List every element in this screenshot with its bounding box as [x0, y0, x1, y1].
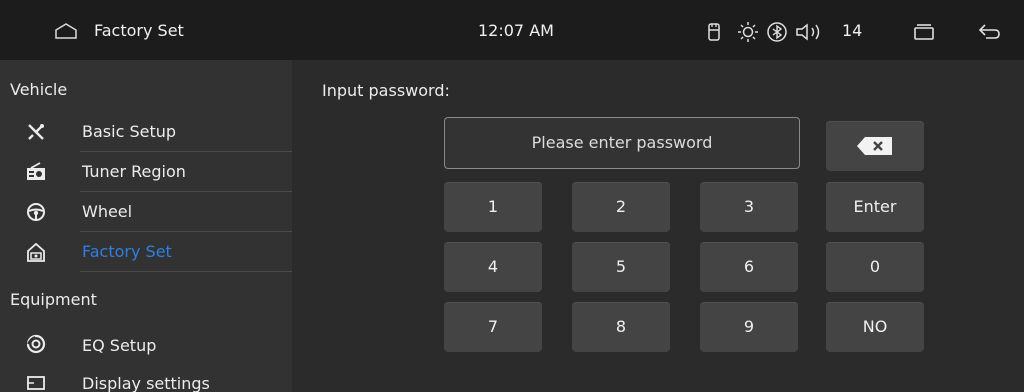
key-4[interactable]: 4: [444, 242, 542, 292]
usb-icon: [704, 21, 726, 43]
backspace-icon: [857, 137, 892, 155]
tools-icon: [26, 122, 46, 142]
status-bar: Factory Set 12:07 AM 14: [0, 0, 1024, 60]
recent-apps-icon[interactable]: [912, 21, 934, 43]
key-9[interactable]: 9: [700, 302, 798, 352]
eq-icon: [26, 334, 46, 354]
backspace-button[interactable]: [826, 121, 924, 171]
no-button[interactable]: NO: [826, 302, 924, 352]
section-heading-vehicle: Vehicle: [10, 80, 68, 99]
sidebar-item-eq-setup[interactable]: EQ Setup: [0, 324, 292, 364]
sidebar-item-tuner-region[interactable]: Tuner Region: [0, 152, 292, 192]
sidebar-item-basic-setup[interactable]: Basic Setup: [0, 112, 292, 152]
section-heading-equipment: Equipment: [10, 290, 97, 309]
sidebar-item-label: Basic Setup: [82, 122, 177, 141]
divider: [80, 271, 292, 272]
app-window: Factory Set 12:07 AM 14 Vehicle Basic Se…: [0, 0, 1024, 392]
key-2[interactable]: 2: [572, 182, 670, 232]
password-prompt: Input password:: [322, 81, 450, 100]
key-3[interactable]: 3: [700, 182, 798, 232]
speaker-icon: [794, 21, 820, 43]
sidebar-item-wheel[interactable]: Wheel: [0, 192, 292, 232]
enter-button[interactable]: Enter: [826, 182, 924, 232]
key-8[interactable]: 8: [572, 302, 670, 352]
bluetooth-icon: [766, 21, 788, 43]
sidebar-item-factory-set[interactable]: Factory Set: [0, 232, 292, 272]
key-1[interactable]: 1: [444, 182, 542, 232]
sidebar-item-label: EQ Setup: [82, 336, 157, 355]
sidebar-item-label: Tuner Region: [82, 162, 186, 181]
display-icon: [26, 374, 46, 392]
key-5[interactable]: 5: [572, 242, 670, 292]
key-0[interactable]: 0: [826, 242, 924, 292]
password-input[interactable]: Please enter password: [444, 117, 800, 169]
sidebar-item-label: Wheel: [82, 202, 133, 221]
brightness-icon: [737, 21, 759, 43]
radio-icon: [26, 162, 46, 182]
back-icon[interactable]: [976, 21, 1000, 43]
clock: 12:07 AM: [478, 21, 554, 40]
password-panel: Input password: Please enter password 1 …: [292, 60, 1024, 392]
home-icon[interactable]: [54, 22, 78, 40]
sidebar-item-display-settings[interactable]: Display settings: [0, 364, 292, 392]
sidebar-item-label: Display settings: [82, 374, 210, 392]
factory-icon: [26, 242, 46, 262]
sidebar-item-label: Factory Set: [82, 242, 172, 261]
steering-wheel-icon: [26, 202, 46, 222]
key-6[interactable]: 6: [700, 242, 798, 292]
volume-level: 14: [842, 21, 863, 40]
sidebar: Vehicle Basic Setup Tuner Region Wheel F…: [0, 60, 292, 392]
key-7[interactable]: 7: [444, 302, 542, 352]
page-title: Factory Set: [94, 21, 184, 40]
